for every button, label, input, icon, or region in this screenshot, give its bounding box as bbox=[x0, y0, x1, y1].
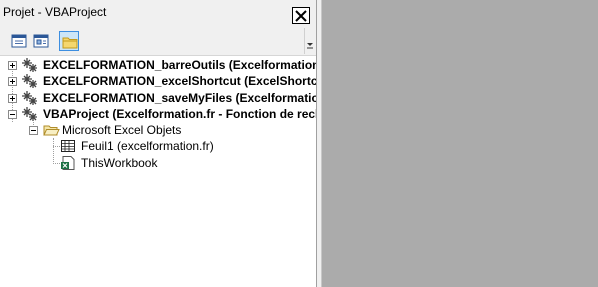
tree-item-project[interactable]: VBAProject (Excelformation.fr - Fonction… bbox=[0, 106, 316, 122]
editor-area bbox=[322, 0, 598, 287]
view-object-button[interactable] bbox=[31, 31, 51, 51]
object-label: Feuil1 (excelformation.fr) bbox=[81, 139, 214, 153]
plus-icon bbox=[10, 96, 15, 101]
minus-icon bbox=[10, 114, 15, 115]
explorer-toolbar bbox=[0, 26, 316, 56]
collapse-toggle[interactable] bbox=[29, 126, 38, 135]
tree-item-workbook[interactable]: ThisWorkbook bbox=[0, 155, 316, 171]
folder-icon bbox=[62, 37, 78, 49]
plus-icon bbox=[10, 79, 15, 84]
minus-icon bbox=[31, 130, 36, 131]
tree-item-project[interactable]: EXCELFORMATION_excelShortcut (ExcelShort… bbox=[0, 73, 316, 89]
panel-title: Projet - VBAProject bbox=[3, 5, 107, 19]
tree-item-project[interactable]: EXCELFORMATION_saveMyFiles (Excelformati… bbox=[0, 90, 316, 106]
vba-project-icon bbox=[22, 107, 37, 121]
project-explorer-panel: Projet - VBAProject EXCELFORMATION_barre… bbox=[0, 0, 316, 287]
tree-item-worksheet[interactable]: Feuil1 (excelformation.fr) bbox=[0, 138, 316, 154]
worksheet-icon bbox=[61, 140, 75, 152]
tree-item-folder[interactable]: Microsoft Excel Objets bbox=[0, 122, 316, 138]
vba-project-icon bbox=[22, 58, 37, 72]
vba-project-icon bbox=[22, 91, 37, 105]
project-label: EXCELFORMATION_barreOutils (Excelformati… bbox=[43, 58, 316, 72]
view-code-icon bbox=[11, 34, 27, 48]
project-label: EXCELFORMATION_saveMyFiles (Excelformati… bbox=[43, 91, 316, 105]
view-object-icon bbox=[33, 34, 49, 48]
project-label: VBAProject (Excelformation.fr - Fonction… bbox=[43, 107, 316, 121]
close-button[interactable] bbox=[292, 7, 310, 24]
toolbar-overflow-button[interactable] bbox=[304, 28, 316, 54]
tree-item-project[interactable]: EXCELFORMATION_barreOutils (Excelformati… bbox=[0, 57, 316, 73]
chevron-down-icon bbox=[307, 43, 313, 49]
expand-toggle[interactable] bbox=[8, 61, 17, 70]
collapse-toggle[interactable] bbox=[8, 110, 17, 119]
expand-toggle[interactable] bbox=[8, 77, 17, 86]
vba-project-icon bbox=[22, 74, 37, 88]
folder-label: Microsoft Excel Objets bbox=[62, 123, 182, 137]
object-label: ThisWorkbook bbox=[81, 156, 158, 170]
panel-titlebar: Projet - VBAProject bbox=[0, 0, 316, 26]
toggle-folders-button[interactable] bbox=[59, 31, 79, 51]
view-code-button[interactable] bbox=[9, 31, 29, 51]
plus-icon bbox=[10, 63, 15, 68]
expand-toggle[interactable] bbox=[8, 94, 17, 103]
close-icon bbox=[295, 10, 307, 22]
open-folder-icon bbox=[43, 125, 60, 136]
project-label: EXCELFORMATION_excelShortcut (ExcelShort… bbox=[43, 74, 316, 88]
project-tree[interactable]: EXCELFORMATION_barreOutils (Excelformati… bbox=[0, 56, 316, 287]
workbook-icon bbox=[61, 156, 75, 170]
